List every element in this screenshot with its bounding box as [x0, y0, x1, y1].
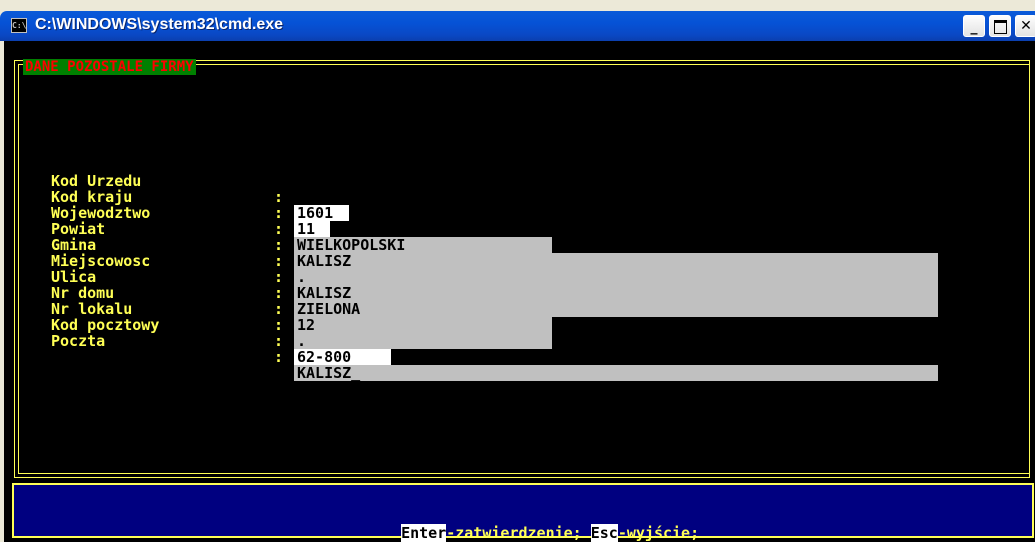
nr-lokalu-input[interactable]: . [294, 333, 552, 349]
form-row-nr-lokalu: Nr lokalu : . [4, 285, 552, 349]
field-label: Kod kraju [51, 188, 133, 206]
enter-hint-text: -zatwierdzenie; [446, 524, 591, 542]
form-row-ulica: Ulica : ZIELONA [4, 253, 938, 317]
esc-key-hint: Esc [590, 524, 618, 542]
window-titlebar[interactable]: C:\ C:\WINDOWS\system32\cmd.exe _ ✕ [0, 11, 1035, 41]
field-label: Kod pocztowy [51, 316, 160, 334]
form-row-kod-urzedu: Kod Urzedu : 1601 [4, 157, 349, 221]
field-label: Powiat [51, 220, 106, 238]
field-colon: : [274, 188, 284, 206]
field-colon: : [274, 332, 284, 350]
form-row-kod-pocztowy: Kod pocztowy : 62-800 [4, 301, 391, 365]
field-label: Nr domu [51, 284, 115, 302]
powiat-input[interactable]: KALISZ [294, 253, 938, 269]
form-row-miejscowosc: Miejscowosc : KALISZ [4, 237, 938, 301]
field-label: Gmina [51, 236, 97, 254]
form-row-wojewodztwo: Wojewodztwo : WIELKOPOLSKI [4, 189, 552, 253]
status-hint: Enter-zatwierdzenie; Esc-wyjście; [14, 509, 1032, 542]
field-colon: : [274, 316, 284, 334]
kod-urzedu-input[interactable]: 1601 [294, 205, 349, 221]
field-label: Miejscowosc [51, 252, 151, 270]
cmd-icon[interactable]: C:\ [11, 18, 27, 33]
field-label: Ulica [51, 268, 97, 286]
field-colon: : [274, 268, 284, 286]
kod-pocztowy-input[interactable]: 62-800 [294, 349, 391, 365]
field-label: Kod Urzedu [51, 172, 142, 190]
kod-kraju-input[interactable]: 11 [294, 221, 330, 237]
field-label: Wojewodztwo [51, 204, 151, 222]
field-colon: : [274, 284, 284, 302]
field-label: Nr lokalu [51, 300, 133, 318]
field-colon: : [274, 348, 284, 366]
miejscowosc-input[interactable]: KALISZ [294, 285, 938, 301]
form-row-nr-domu: Nr domu : 12 [4, 269, 552, 333]
status-bar: Enter-zatwierdzenie; Esc-wyjście; [12, 483, 1034, 542]
nr-domu-input[interactable]: 12 [294, 317, 552, 333]
esc-hint-text: -wyjście; [617, 524, 700, 542]
close-button[interactable]: ✕ [1015, 15, 1035, 37]
field-colon: : [274, 252, 284, 270]
form-row-powiat: Powiat : KALISZ [4, 205, 938, 269]
enter-key-hint: Enter [401, 524, 447, 542]
minimize-button[interactable]: _ [963, 15, 985, 37]
gmina-input[interactable]: . [294, 269, 938, 285]
window-title: C:\WINDOWS\system32\cmd.exe [35, 16, 284, 33]
wojewodztwo-input[interactable]: WIELKOPOLSKI [294, 237, 552, 253]
field-label: Poczta [51, 332, 106, 350]
maximize-button[interactable] [989, 15, 1011, 37]
poczta-input[interactable]: KALISZ_ [294, 365, 938, 381]
ulica-input[interactable]: ZIELONA [294, 301, 938, 317]
section-title: DANE POZOSTALE FIRMY [23, 59, 196, 75]
form-row-poczta: Poczta : KALISZ_ [4, 317, 938, 381]
console-area[interactable]: DANE POZOSTALE FIRMY Kod Urzedu : 1601 K… [4, 41, 1035, 542]
form-row-gmina: Gmina : . [4, 221, 938, 285]
field-colon: : [274, 204, 284, 222]
field-colon: : [274, 220, 284, 238]
field-colon: : [274, 300, 284, 318]
field-colon: : [274, 236, 284, 254]
form-row-kod-kraju: Kod kraju : 11 [4, 173, 330, 237]
